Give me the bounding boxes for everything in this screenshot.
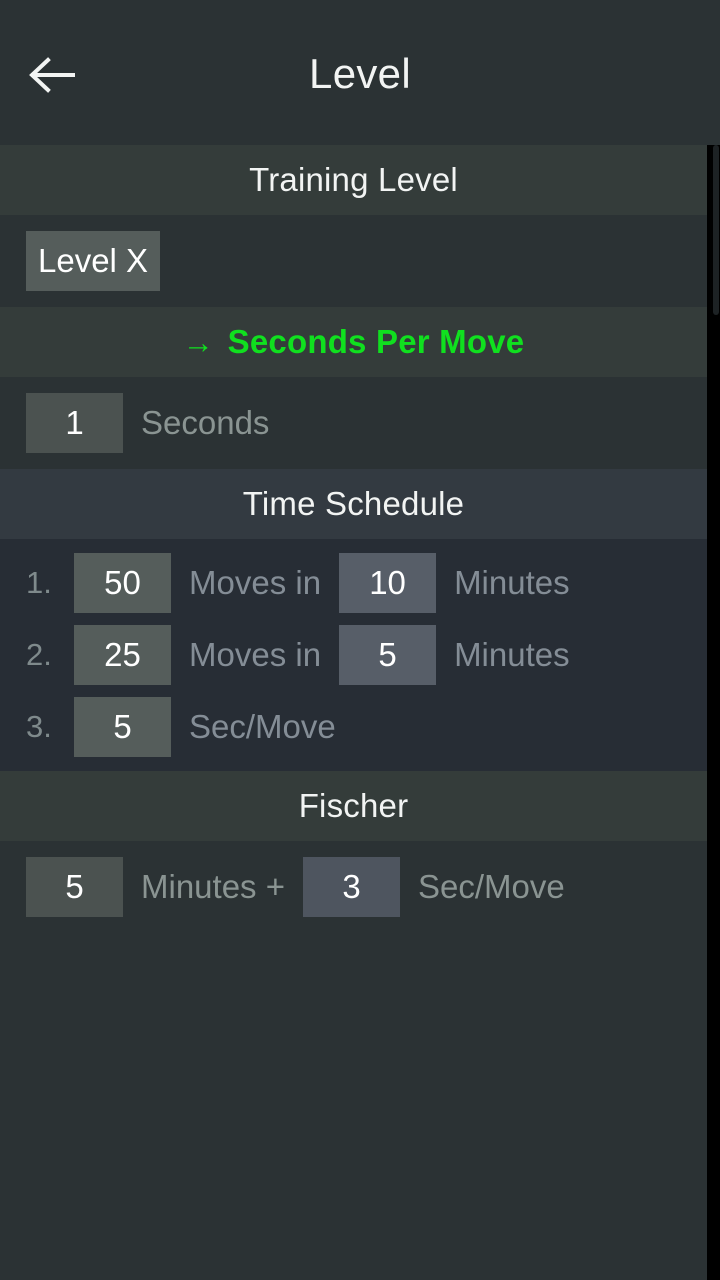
spacer bbox=[0, 923, 707, 933]
empty-area bbox=[0, 933, 707, 1193]
minutes-count-button[interactable]: 5 bbox=[339, 625, 437, 685]
spacer bbox=[0, 297, 707, 307]
minutes-label: Minutes bbox=[454, 636, 570, 673]
training-level-row: Level X bbox=[0, 225, 707, 297]
section-body-training-level: Level X bbox=[0, 215, 707, 307]
spacer bbox=[0, 841, 707, 851]
table-row: 2. 25 Moves in 5 Minutes bbox=[0, 619, 707, 691]
level-settings-screen: Level Training Level Level X → Seconds P… bbox=[0, 0, 720, 1280]
app-bar: Level bbox=[0, 0, 720, 145]
scrollbar-track[interactable] bbox=[707, 145, 720, 1280]
fischer-row: 5 Minutes + 3 Sec/Move bbox=[0, 851, 707, 923]
row-index-label: 3. bbox=[26, 709, 52, 744]
spacer bbox=[0, 377, 707, 387]
fischer-increment-label: Sec/Move bbox=[418, 868, 565, 905]
fischer-increment-button[interactable]: 3 bbox=[303, 857, 400, 917]
level-select-button[interactable]: Level X bbox=[26, 231, 161, 291]
settings-scroll-area[interactable]: Training Level Level X → Seconds Per Mov… bbox=[0, 145, 707, 1280]
section-header-training-level[interactable]: Training Level bbox=[0, 145, 707, 215]
moves-label: Moves in bbox=[189, 564, 322, 601]
section-body-fischer: 5 Minutes + 3 Sec/Move bbox=[0, 841, 707, 933]
minutes-label: Minutes bbox=[454, 564, 570, 601]
spacer bbox=[0, 763, 707, 771]
section-header-label: Training Level bbox=[249, 161, 458, 198]
section-body-time-schedule: 1. 50 Moves in 10 Minutes 2. 25 Moves in… bbox=[0, 539, 707, 771]
spacer bbox=[0, 459, 707, 469]
sec-per-move-label: Sec/Move bbox=[189, 708, 336, 745]
section-header-fischer[interactable]: Fischer bbox=[0, 771, 707, 841]
row-index-label: 2. bbox=[26, 637, 52, 672]
spacer bbox=[0, 539, 707, 547]
section-header-time-schedule[interactable]: Time Schedule bbox=[0, 469, 707, 539]
section-header-label: Fischer bbox=[298, 787, 409, 824]
arrow-right-icon: → bbox=[182, 324, 214, 360]
spacer bbox=[0, 215, 707, 225]
scrollbar-thumb[interactable] bbox=[713, 145, 719, 315]
row-index-label: 1. bbox=[26, 565, 52, 600]
moves-count-button[interactable]: 50 bbox=[74, 553, 171, 613]
moves-label: Moves in bbox=[189, 636, 322, 673]
seconds-per-move-row: 1 Seconds bbox=[0, 387, 707, 459]
section-header-label: Time Schedule bbox=[242, 485, 465, 522]
fischer-minutes-button[interactable]: 5 bbox=[26, 857, 123, 917]
minutes-count-button[interactable]: 10 bbox=[339, 553, 437, 613]
seconds-per-move-unit-label: Seconds bbox=[141, 404, 270, 441]
table-row: 3. 5 Sec/Move bbox=[0, 691, 707, 763]
section-header-label: Seconds Per Move bbox=[227, 323, 525, 360]
fischer-minutes-label: Minutes + bbox=[141, 868, 285, 905]
table-row: 1. 50 Moves in 10 Minutes bbox=[0, 547, 707, 619]
moves-count-button[interactable]: 25 bbox=[74, 625, 171, 685]
section-header-seconds-per-move[interactable]: → Seconds Per Move bbox=[0, 307, 707, 377]
page-title: Level bbox=[309, 50, 411, 97]
seconds-per-move-value-button[interactable]: 1 bbox=[26, 393, 123, 453]
sec-per-move-value-button[interactable]: 5 bbox=[74, 697, 171, 757]
section-body-seconds-per-move: 1 Seconds bbox=[0, 377, 707, 469]
